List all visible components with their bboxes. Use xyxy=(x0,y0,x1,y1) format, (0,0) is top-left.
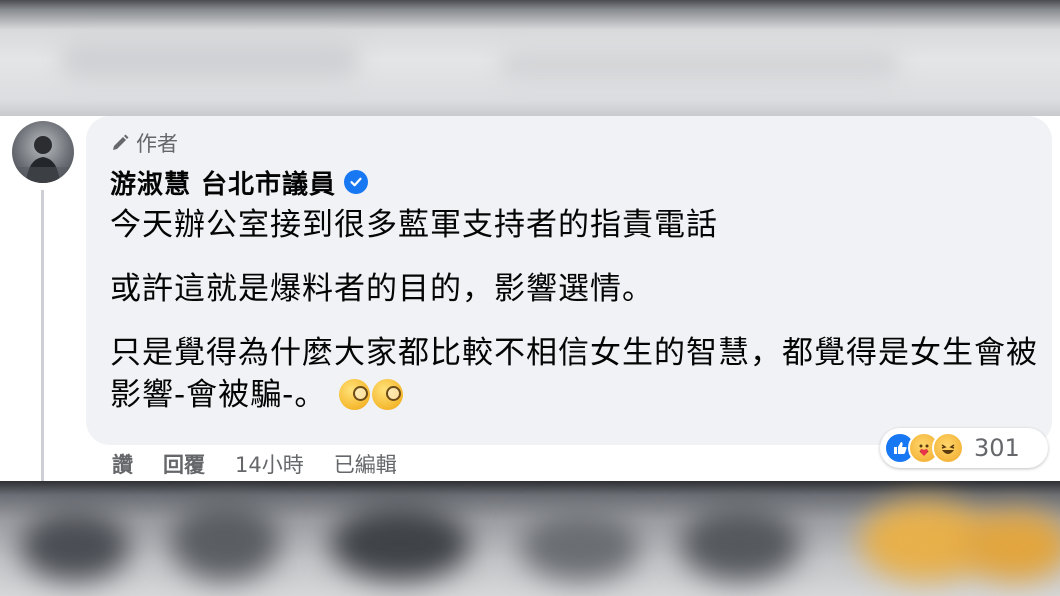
author-badge-label: 作者 xyxy=(136,132,178,156)
comment-actions: 讚 回覆 14小時 已編輯 xyxy=(112,450,427,478)
author-line: 游淑慧 台北市議員 xyxy=(110,164,369,201)
author-badge: 作者 xyxy=(110,130,178,156)
author-name[interactable]: 游淑慧 台北市議員 xyxy=(110,164,336,201)
monocle-face-emoji-icon xyxy=(339,379,371,410)
reactions-summary[interactable]: 301 xyxy=(880,428,1048,468)
avatar[interactable] xyxy=(12,121,74,183)
thread-line xyxy=(41,190,44,481)
blurred-bottom-region xyxy=(0,481,1060,596)
haha-reaction-icon xyxy=(932,432,964,464)
comment-panel: 作者 游淑慧 台北市議員 今天辦公室接到很多藍軍支持者的指責電話 或許這就是爆料… xyxy=(0,116,1060,481)
comment-paragraph-2: 或許這就是爆料者的目的，影響選情。 xyxy=(110,271,654,307)
edited-label[interactable]: 已編輯 xyxy=(334,449,397,479)
like-button[interactable]: 讚 xyxy=(112,449,133,479)
pencil-icon xyxy=(113,134,129,150)
monocle-face-emoji-icon xyxy=(372,379,404,410)
comment-paragraph-1: 今天辦公室接到很多藍軍支持者的指責電話 xyxy=(110,207,718,243)
blurred-top-region xyxy=(0,0,1060,116)
comment-paragraph-3-text: 只是覺得為什麼大家都比較不相信女生的智慧，都覺得是女生會被影響-會被騙-。 xyxy=(110,335,1038,413)
person-silhouette-icon xyxy=(12,136,74,183)
reaction-count: 301 xyxy=(974,434,1020,462)
reply-button[interactable]: 回覆 xyxy=(163,449,205,479)
verified-badge-icon xyxy=(344,170,369,194)
comment-bubble: 作者 游淑慧 台北市議員 今天辦公室接到很多藍軍支持者的指責電話 或許這就是爆料… xyxy=(86,116,1052,445)
comment-timestamp[interactable]: 14小時 xyxy=(235,449,304,479)
comment-text: 今天辦公室接到很多藍軍支持者的指責電話 或許這就是爆料者的目的，影響選情。 只是… xyxy=(110,204,1040,416)
comment-paragraph-3: 只是覺得為什麼大家都比較不相信女生的智慧，都覺得是女生會被影響-會被騙-。 xyxy=(110,332,1040,416)
